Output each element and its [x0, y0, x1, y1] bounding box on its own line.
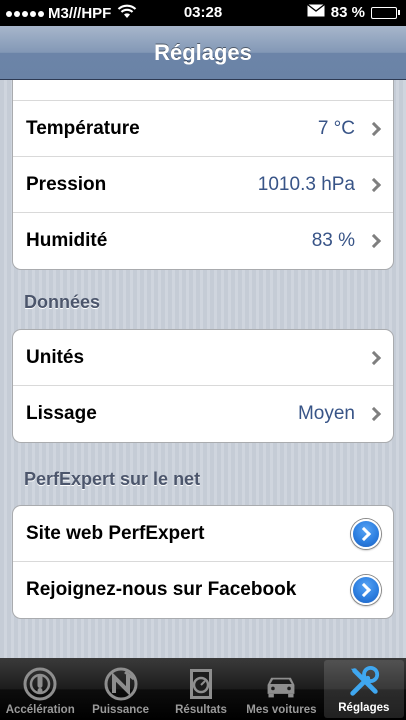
row-units[interactable]: Unités [13, 330, 393, 386]
tab-label: Puissance [92, 704, 150, 716]
row-value: Moyen [297, 403, 355, 424]
row-temperature[interactable]: Température 7 °C [13, 101, 393, 157]
tab-acceleration[interactable]: Accélération [0, 658, 80, 720]
chevron-right-icon [366, 406, 382, 422]
page-title: Réglages [154, 39, 252, 65]
tab-power[interactable]: Puissance [80, 658, 160, 720]
tab-label: Résultats [175, 704, 227, 716]
chevron-right-icon [366, 177, 382, 192]
row-label: Pression [26, 173, 107, 195]
detail-disclosure-icon[interactable] [351, 518, 381, 549]
row-pressure[interactable]: Pression 1010.3 hPa [13, 157, 393, 213]
tab-label: Mes voitures [246, 704, 317, 716]
settings-tools-icon [347, 665, 381, 699]
row-label: Lissage [26, 403, 97, 424]
results-icon [184, 667, 218, 701]
navigation-bar: Réglages [0, 26, 406, 80]
tab-results[interactable]: Résultats [161, 658, 241, 720]
battery-icon [371, 6, 400, 19]
sensor-group: Température 7 °C Pression 1010.3 hPa Hum… [12, 80, 394, 270]
row-humidity[interactable]: Humidité 83 % [13, 213, 393, 269]
row-website[interactable]: Site web PerfExpert [13, 506, 393, 562]
row-value: 7 °C [317, 117, 355, 139]
data-group: Unités Lissage Moyen [12, 329, 394, 443]
row-label: Unités [26, 346, 85, 368]
row-facebook[interactable]: Rejoignez-nous sur Facebook [13, 562, 393, 618]
section-header-data: Données [24, 292, 101, 312]
chevron-right-icon [366, 350, 382, 365]
tab-bar: Accélération Puissance Résultats Mes voi… [0, 658, 406, 720]
mail-icon [306, 3, 325, 21]
row-label: Site web PerfExpert [26, 522, 205, 544]
acceleration-icon [23, 667, 57, 701]
row-smoothing[interactable]: Lissage Moyen [13, 386, 393, 442]
status-bar: M3///HPF 03:28 83 % [0, 0, 406, 26]
web-group: Site web PerfExpert Rejoignez-nous sur F… [12, 505, 394, 619]
row-value: 1010.3 hPa [257, 173, 355, 195]
row-label: Rejoignez-nous sur Facebook [26, 579, 297, 600]
tab-label: Accélération [5, 704, 75, 716]
chevron-right-icon [366, 121, 382, 136]
list-item-hidden[interactable] [13, 80, 393, 101]
tab-settings[interactable]: Réglages [323, 660, 405, 718]
power-icon [104, 667, 138, 701]
chevron-right-icon [366, 233, 382, 249]
row-label: Humidité [26, 230, 108, 251]
detail-disclosure-icon[interactable] [351, 575, 381, 605]
car-icon [264, 667, 298, 701]
section-header-web: PerfExpert sur le net [24, 469, 201, 489]
status-right: 83 % [306, 3, 400, 21]
battery-percent: 83 % [330, 4, 365, 21]
settings-list[interactable]: Température 7 °C Pression 1010.3 hPa Hum… [0, 80, 406, 658]
tab-label: Réglages [338, 702, 390, 714]
tab-my-cars[interactable]: Mes voitures [241, 658, 321, 720]
row-label: Température [26, 117, 140, 139]
row-value: 83 % [311, 230, 355, 251]
